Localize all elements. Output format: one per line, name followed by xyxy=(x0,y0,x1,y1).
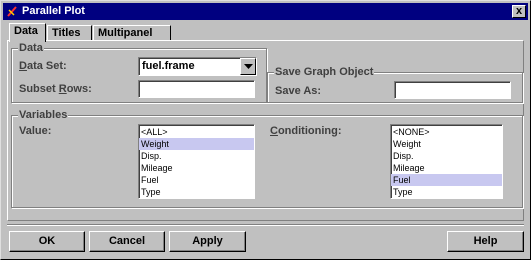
data-set-value: fuel.frame xyxy=(142,60,195,72)
list-item[interactable]: Disp. xyxy=(391,150,502,162)
subset-rows-label: Subset Rows: xyxy=(19,83,92,95)
data-group-legend: Data xyxy=(18,42,44,54)
save-graph-legend: Save Graph Object xyxy=(274,66,375,78)
list-item[interactable]: Weight xyxy=(139,138,254,150)
apply-button[interactable]: Apply xyxy=(169,231,246,252)
save-as-input[interactable] xyxy=(394,81,511,99)
tab-panel: Data Data Set: fuel.frame Subset Rows: S… xyxy=(7,40,524,221)
value-label: Value: xyxy=(19,125,52,137)
data-set-combo[interactable]: fuel.frame xyxy=(138,57,257,76)
cancel-button[interactable]: Cancel xyxy=(89,231,165,252)
save-as-label: Save As: xyxy=(275,85,322,97)
help-button[interactable]: Help xyxy=(447,231,524,252)
conditioning-label: Conditioning: xyxy=(270,125,342,137)
list-item[interactable]: Type xyxy=(391,186,502,198)
app-icon xyxy=(6,5,18,18)
list-item[interactable]: Weight xyxy=(391,138,502,150)
conditioning-listbox[interactable]: <NONE> Weight Disp. Mileage Fuel Type xyxy=(390,124,503,199)
list-item[interactable]: Fuel xyxy=(139,174,254,186)
window-title: Parallel Plot xyxy=(22,5,85,17)
ok-button[interactable]: OK xyxy=(9,231,85,252)
subset-rows-input[interactable] xyxy=(138,80,255,98)
list-item[interactable]: Fuel xyxy=(391,174,502,186)
divider xyxy=(7,224,524,226)
tab-data[interactable]: Data xyxy=(9,23,46,42)
dialog-window: Parallel Plot x Data Titles Multipanel D… xyxy=(0,0,531,260)
list-item[interactable]: Disp. xyxy=(139,150,254,162)
variables-group-legend: Variables xyxy=(18,109,69,121)
list-item[interactable]: <ALL> xyxy=(139,126,254,138)
close-icon[interactable]: x xyxy=(512,5,526,18)
list-item[interactable]: Mileage xyxy=(391,162,502,174)
value-listbox[interactable]: <ALL> Weight Disp. Mileage Fuel Type xyxy=(138,124,255,199)
data-set-label: Data Set: xyxy=(19,60,67,72)
title-bar[interactable]: Parallel Plot x xyxy=(3,3,528,20)
chevron-down-icon[interactable] xyxy=(240,58,256,75)
list-item[interactable]: Type xyxy=(139,186,254,198)
list-item[interactable]: Mileage xyxy=(139,162,254,174)
list-item[interactable]: <NONE> xyxy=(391,126,502,138)
tab-multipanel[interactable]: Multipanel xyxy=(93,25,171,41)
tab-titles[interactable]: Titles xyxy=(47,25,92,41)
